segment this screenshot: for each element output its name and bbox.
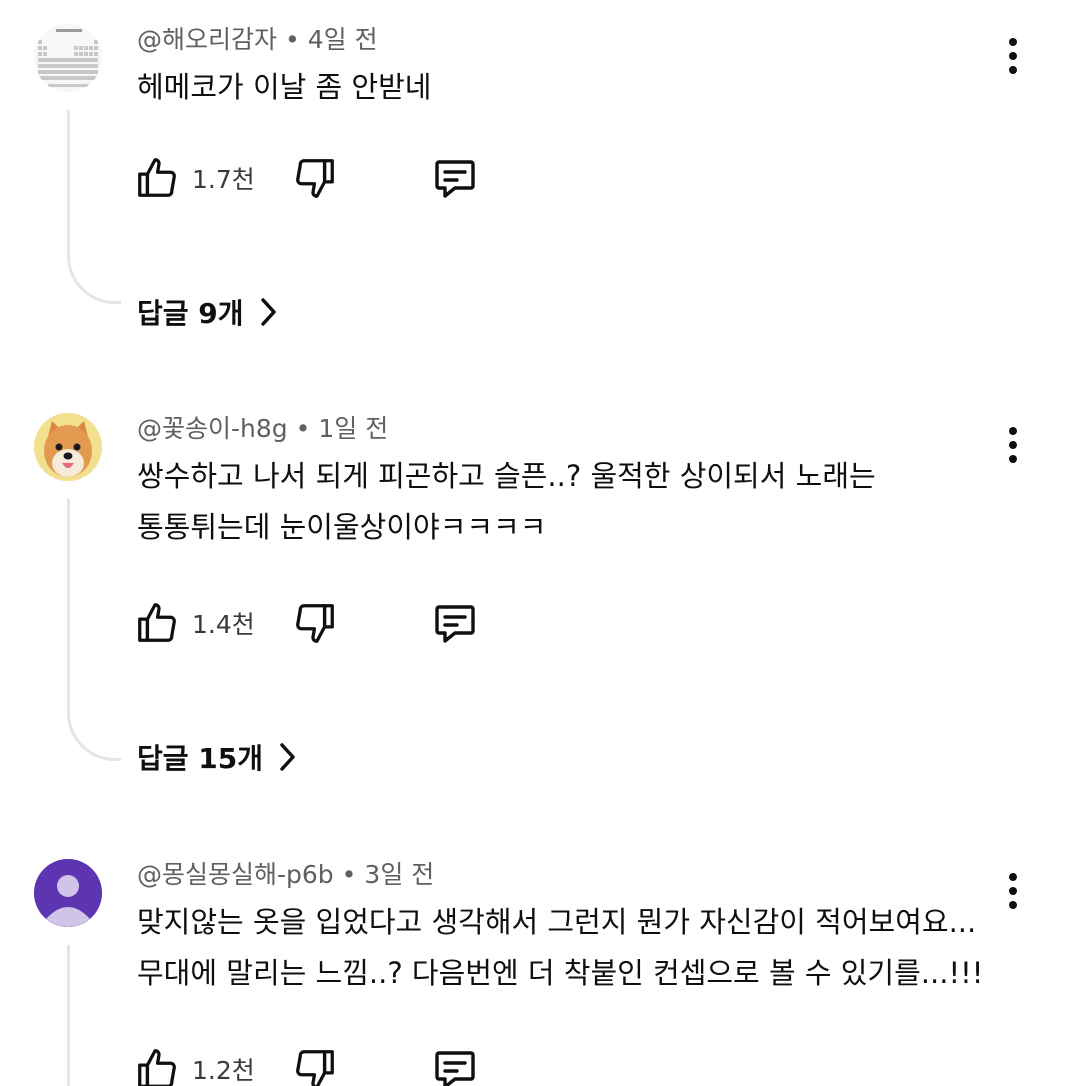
comment-1: @해오리감자 • 4일 전 헤메코가 이날 좀 안받네 1.7천 답글 9개 xyxy=(0,24,1079,470)
thread-connector xyxy=(67,256,121,304)
author-handle[interactable]: @몽실몽실해-p6b xyxy=(137,860,334,889)
reply-comment-icon xyxy=(435,160,475,198)
dislike-button[interactable] xyxy=(292,598,338,648)
reply-button[interactable] xyxy=(430,153,480,203)
meta-separator: • xyxy=(341,860,357,889)
dislike-button[interactable] xyxy=(292,1044,338,1086)
meta-separator: • xyxy=(285,25,300,54)
thread-line xyxy=(67,945,70,1086)
comment-line: 무대에 말리는 느낌..? 다음번엔 더 착붙인 컨셉으로 볼 수 있기를...… xyxy=(137,956,984,990)
view-replies-button[interactable]: 답글 15개 xyxy=(137,737,297,777)
comment-age: 3일 전 xyxy=(364,860,435,889)
reply-comment-icon xyxy=(435,1051,475,1086)
dog-photo xyxy=(34,413,102,481)
reply-comment-icon xyxy=(435,605,475,643)
more-vertical-icon xyxy=(1009,873,1017,881)
thumbs-down-icon xyxy=(296,604,334,643)
comment-line: 맞지않는 옷을 입었다고 생각해서 그런지 뭔가 자신감이 적어보여요... xyxy=(137,905,977,939)
comment-actions: 1.2천 xyxy=(134,1044,494,1086)
view-replies-button[interactable]: 답글 9개 xyxy=(137,292,278,332)
comment-meta: @해오리감자 • 4일 전 xyxy=(137,20,378,56)
default-person-avatar xyxy=(34,859,102,927)
author-handle[interactable]: @꽃송이-h8g xyxy=(137,414,288,443)
thread-connector xyxy=(67,713,121,761)
like-button[interactable]: 1.7천 xyxy=(134,153,255,203)
thumbs-down-icon xyxy=(296,1050,334,1086)
comment-3: @몽실몽실해-p6b • 3일 전 맞지않는 옷을 입었다고 생각해서 그런지 뭔가… xyxy=(0,859,1079,1086)
thumbs-down-icon xyxy=(296,159,334,198)
comment-line: 쌍수하고 나서 되게 피곤하고 슬픈..? 울적한 상이되서 노래는 xyxy=(137,459,876,493)
chevron-right-icon xyxy=(260,298,276,326)
comment-text: 헤메코가 이날 좀 안받네 xyxy=(137,62,1007,113)
more-options-button[interactable] xyxy=(996,36,1030,76)
avatar[interactable] xyxy=(34,24,102,92)
comment-text: 쌍수하고 나서 되게 피곤하고 슬픈..? 울적한 상이되서 노래는 통통튀는데… xyxy=(137,451,1007,553)
comment-actions: 1.4천 xyxy=(134,598,494,648)
like-count: 1.4천 xyxy=(192,610,255,639)
more-options-button[interactable] xyxy=(996,871,1030,911)
comment-age: 4일 전 xyxy=(307,25,378,54)
thumbs-up-icon xyxy=(138,1049,176,1086)
chevron-right-icon xyxy=(280,743,295,771)
periodic-table-thumbnail xyxy=(34,24,102,92)
replies-label: 답글 15개 xyxy=(137,742,263,775)
dislike-button[interactable] xyxy=(292,153,338,203)
comment-line: 헤메코가 이날 좀 안받네 xyxy=(137,70,432,104)
more-vertical-icon xyxy=(1009,38,1017,46)
comment-meta: @꽃송이-h8g • 1일 전 xyxy=(137,409,388,445)
thumbs-up-icon xyxy=(138,603,176,642)
comment-actions: 1.7천 xyxy=(134,153,494,203)
comment-meta: @몽실몽실해-p6b • 3일 전 xyxy=(137,859,434,891)
thread-line xyxy=(67,499,70,713)
comment-age: 1일 전 xyxy=(318,414,389,443)
comment-text: 맞지않는 옷을 입었다고 생각해서 그런지 뭔가 자신감이 적어보여요... 무… xyxy=(137,897,1007,999)
like-count: 1.2천 xyxy=(192,1056,255,1085)
replies-label: 답글 9개 xyxy=(137,297,244,330)
thread-line xyxy=(67,110,70,256)
reply-button[interactable] xyxy=(430,598,480,648)
avatar[interactable] xyxy=(34,859,102,927)
reply-button[interactable] xyxy=(430,1044,480,1086)
comment-2: @꽃송이-h8g • 1일 전 쌍수하고 나서 되게 피곤하고 슬픈..? 울적한 … xyxy=(0,413,1079,859)
more-vertical-icon xyxy=(1009,427,1017,435)
more-options-button[interactable] xyxy=(996,425,1030,465)
avatar[interactable] xyxy=(34,413,102,481)
like-button[interactable]: 1.2천 xyxy=(134,1044,255,1086)
like-button[interactable]: 1.4천 xyxy=(134,598,255,648)
comment-line: 통통튀는데 눈이울상이야ㅋㅋㅋㅋ xyxy=(137,510,547,544)
author-handle[interactable]: @해오리감자 xyxy=(137,25,277,54)
thumbs-up-icon xyxy=(138,158,176,197)
meta-separator: • xyxy=(295,414,311,443)
like-count: 1.7천 xyxy=(192,165,255,194)
